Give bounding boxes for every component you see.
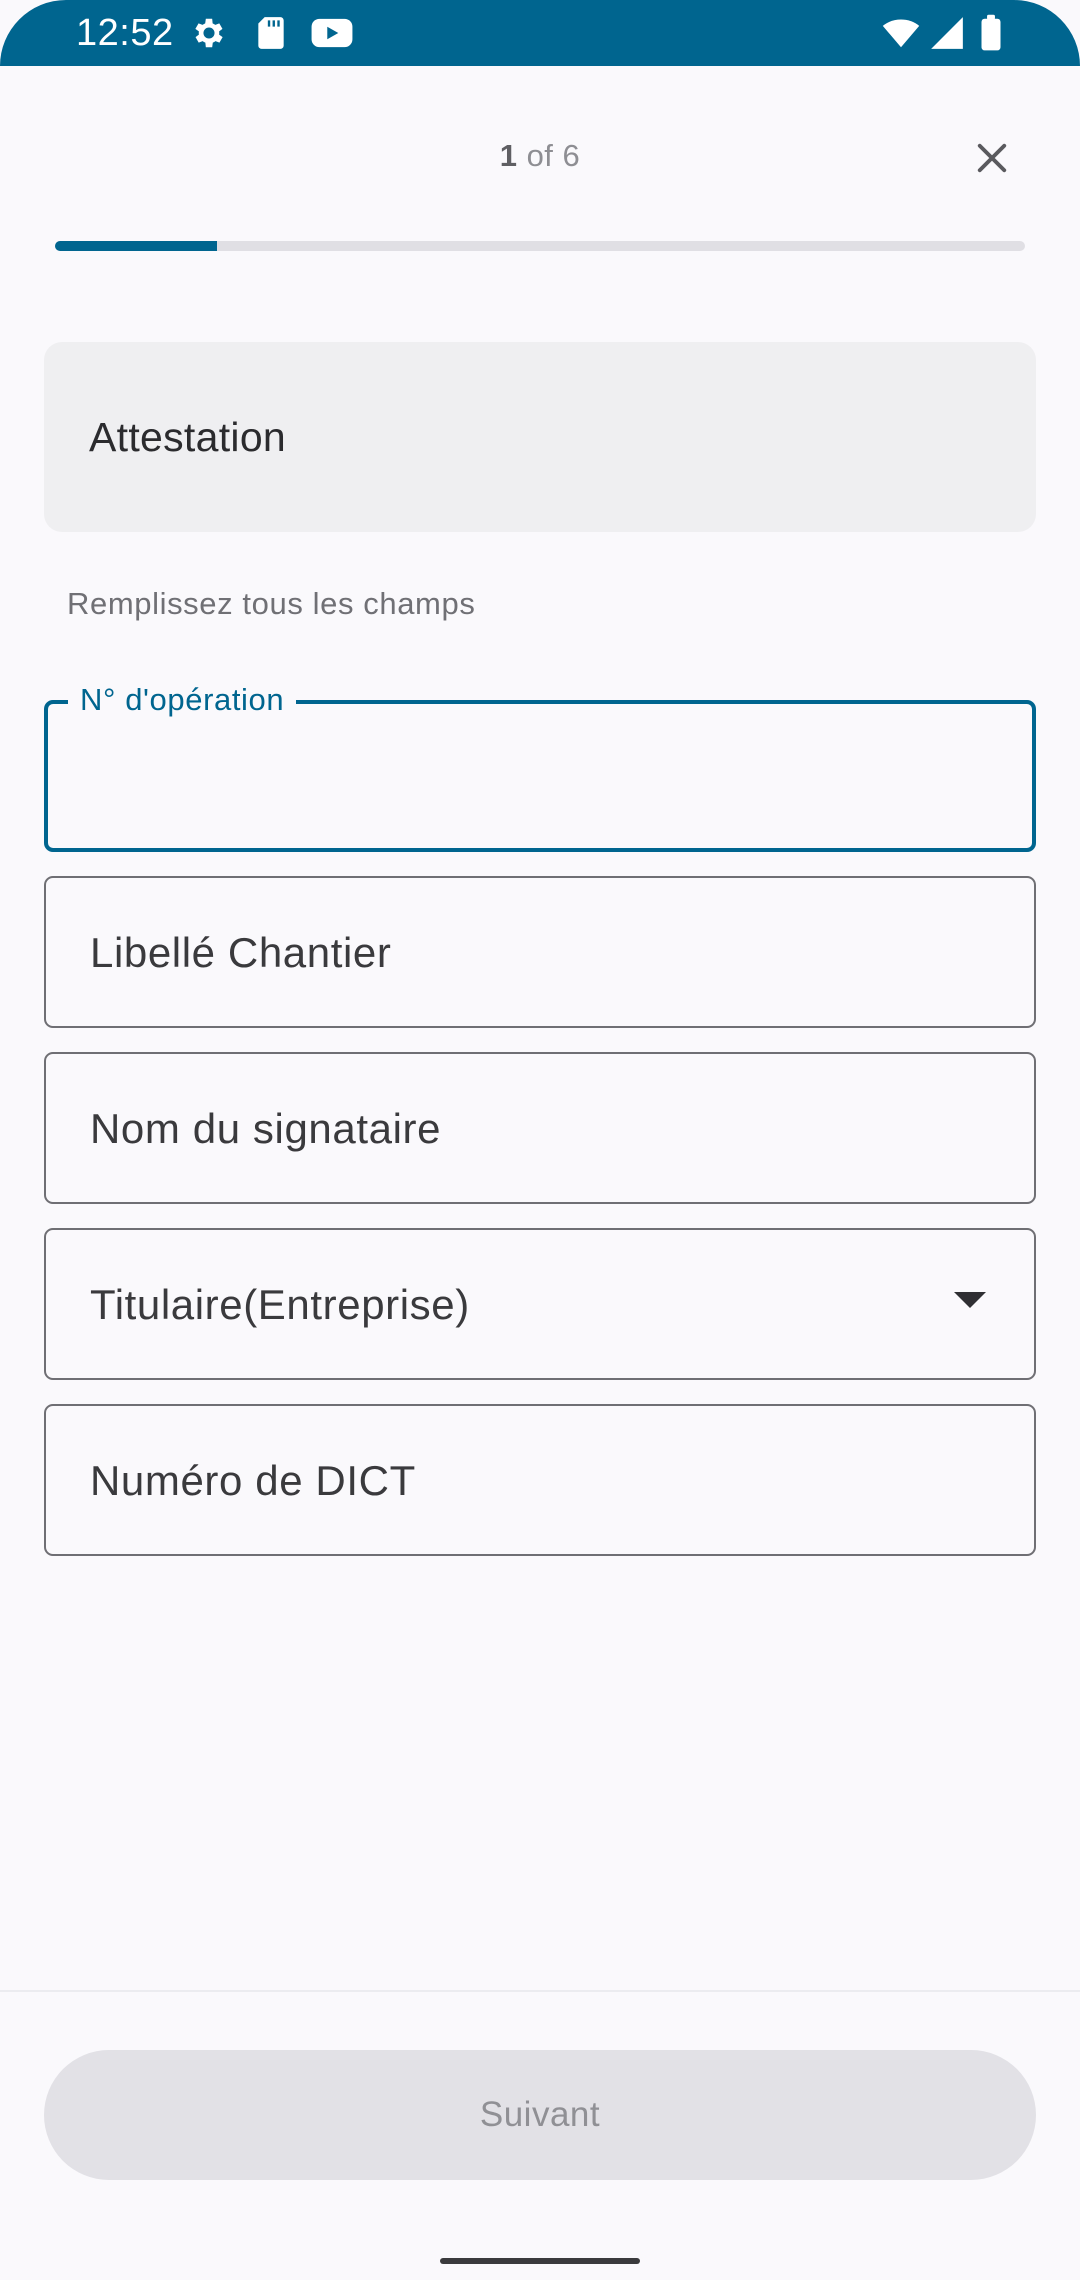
dropdown-arrow-icon[interactable] <box>954 1292 986 1308</box>
gesture-nav-handle[interactable] <box>440 2258 640 2264</box>
next-button[interactable]: Suivant <box>44 2050 1036 2180</box>
next-button-label: Suivant <box>479 2095 601 2134</box>
form-hint: Remplissez tous les champs <box>67 586 476 621</box>
operation-number-field[interactable]: N° d'opération <box>44 682 1036 852</box>
screen: 12:52 1 of 6 Attestation Remplissez tous… <box>0 0 1080 2280</box>
title-card: Attestation <box>44 342 1036 532</box>
signatory-name-placeholder: Nom du signataire <box>90 1105 442 1152</box>
form-sheet: 1 of 6 Attestation Remplissez tous les c… <box>0 66 1080 2280</box>
battery-icon <box>978 14 1004 52</box>
dict-number-field[interactable]: Numéro de DICT <box>44 1404 1036 1556</box>
close-icon <box>971 137 1013 179</box>
step-total: 6 <box>562 138 581 173</box>
operation-number-input[interactable] <box>88 744 992 810</box>
step-separator: of <box>517 138 563 173</box>
status-time: 12:52 <box>76 12 174 54</box>
progress-bar <box>55 241 1025 251</box>
holder-company-dropdown[interactable]: Titulaire(Entreprise) <box>44 1228 1036 1380</box>
step-indicator: 1 of 6 <box>0 136 1080 176</box>
close-button[interactable] <box>960 126 1024 190</box>
cellular-signal-icon <box>928 14 966 52</box>
step-current: 1 <box>499 138 518 173</box>
youtube-icon <box>310 14 354 52</box>
operation-number-label: N° d'opération <box>68 682 297 718</box>
site-label-field[interactable]: Libellé Chantier <box>44 876 1036 1028</box>
page-title: Attestation <box>89 414 287 460</box>
status-bar: 12:52 <box>0 0 1080 66</box>
signatory-name-field[interactable]: Nom du signataire <box>44 1052 1036 1204</box>
holder-company-placeholder: Titulaire(Entreprise) <box>90 1281 470 1328</box>
site-label-placeholder: Libellé Chantier <box>90 929 392 976</box>
progress-bar-fill <box>55 241 217 251</box>
sd-card-icon <box>252 14 290 52</box>
settings-icon <box>190 14 228 52</box>
wifi-icon <box>880 14 922 52</box>
footer-divider <box>0 1990 1080 1992</box>
dict-number-placeholder: Numéro de DICT <box>90 1457 416 1504</box>
